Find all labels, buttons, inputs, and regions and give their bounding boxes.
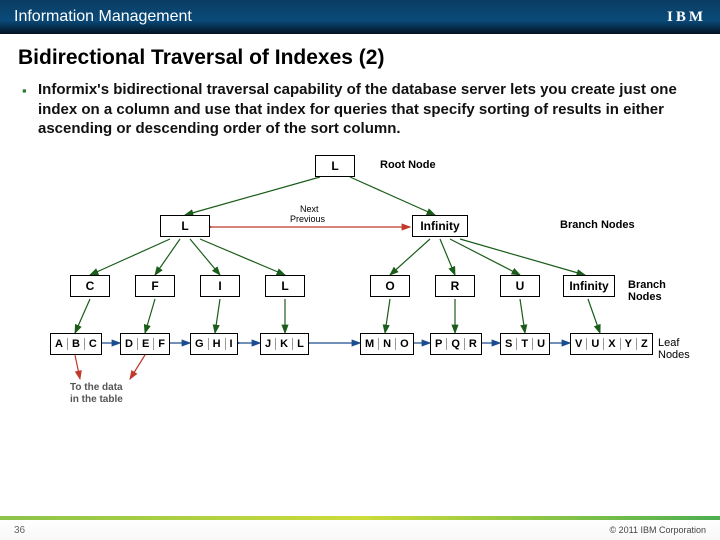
branch1-node: L [160, 215, 210, 237]
header-title: Information Management [14, 8, 192, 26]
leaf-node: GHI [190, 333, 238, 355]
leaf-node: STU [500, 333, 550, 355]
slide-footer: 36 © 2011 IBM Corporation [0, 516, 720, 540]
root-label: Root Node [380, 159, 436, 171]
branch2-node: C [70, 275, 110, 297]
ibm-logo: IBM [667, 9, 706, 26]
branch2-node: R [435, 275, 475, 297]
index-tree-diagram: L Root Node L Infinity Branch Nodes Next… [20, 147, 700, 437]
leaf-node: MNO [360, 333, 414, 355]
page-number: 36 [14, 525, 25, 536]
copyright: © 2011 IBM Corporation [609, 525, 706, 535]
slide-title: Bidirectional Traversal of Indexes (2) [0, 34, 720, 80]
branch2-node: L [265, 275, 305, 297]
branch2-node: U [500, 275, 540, 297]
leaf-node: JKL [260, 333, 309, 355]
leaf-node: ABC [50, 333, 102, 355]
bullet-icon: ▪ [22, 83, 27, 100]
branch2-node: F [135, 275, 175, 297]
prev-label: Previous [290, 215, 325, 224]
table-note: To the data in the table [70, 382, 123, 406]
body-text: Informix's bidirectional traversal capab… [38, 81, 677, 137]
root-node: L [315, 155, 355, 177]
leaf-node: VUXYZ [570, 333, 653, 355]
leaf-node: DEF [120, 333, 170, 355]
branch2-node: Infinity [563, 275, 615, 297]
next-label: Next [300, 205, 319, 214]
branch2-node: I [200, 275, 240, 297]
branch-label: Branch Nodes [560, 219, 635, 231]
branch2-node: O [370, 275, 410, 297]
leaf-label: Leaf Nodes [658, 337, 700, 361]
branch1-node: Infinity [412, 215, 468, 237]
leaf-node: PQR [430, 333, 482, 355]
slide-header: Information Management IBM [0, 0, 720, 34]
branch-label: Branch Nodes [628, 279, 700, 303]
body-paragraph: ▪ Informix's bidirectional traversal cap… [0, 80, 720, 147]
